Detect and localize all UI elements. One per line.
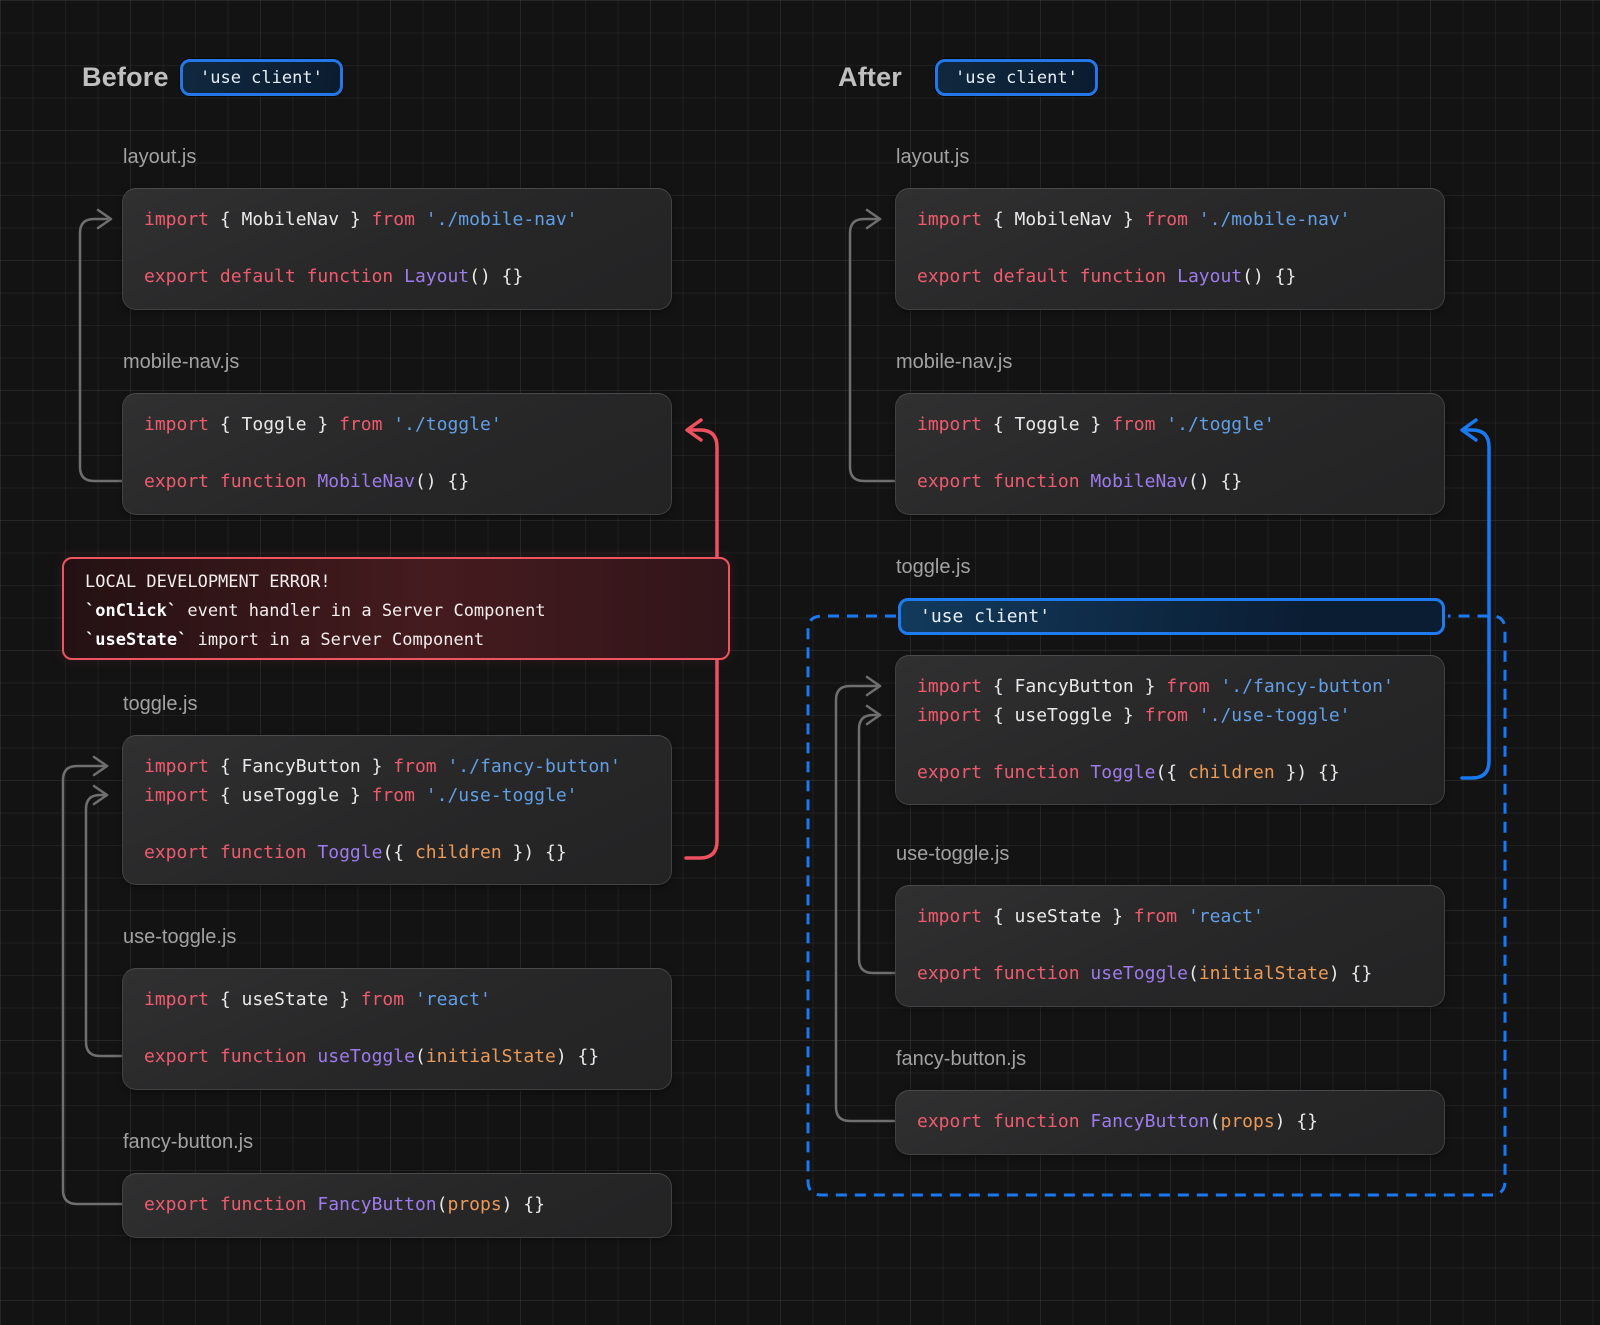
gray-import-connectors [63,210,895,1204]
blue-connector-line [1462,430,1489,778]
client-boundary-dashed-outline [808,616,1505,1195]
after-fancybutton-to-toggle-connector [836,686,895,1121]
before-fancybutton-to-toggle-connector [63,766,122,1204]
after-usetoggle-to-toggle-connector [859,715,895,973]
connector-arrows [0,0,1600,1325]
after-mobilenav-to-layout-connector [850,219,895,481]
blue-client-connector [1462,420,1489,778]
client-boundary-path [808,616,1505,1195]
before-usetoggle-to-toggle-connector [86,795,122,1056]
before-mobilenav-to-layout-connector [80,219,122,481]
red-error-connector [686,420,717,858]
red-connector-line [686,430,717,858]
